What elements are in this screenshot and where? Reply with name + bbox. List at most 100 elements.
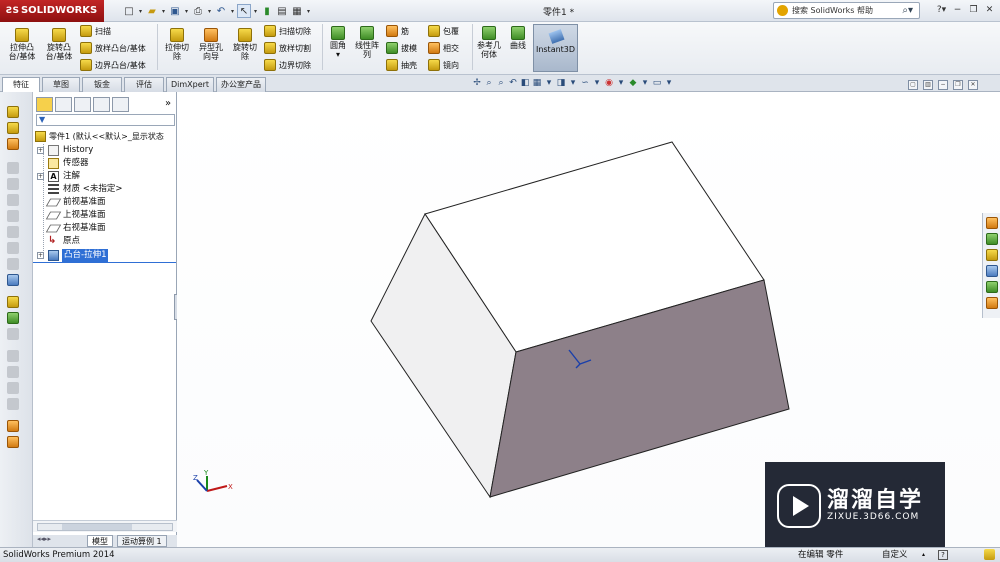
rollback-bar[interactable] [33, 262, 176, 263]
viewport-split-icon[interactable]: ▥ [923, 80, 933, 90]
boundary-boss-button[interactable]: 边界凸台/基体 [80, 59, 146, 71]
options-icon[interactable]: ▦ [290, 4, 304, 18]
curves-button[interactable]: 曲线 [506, 26, 530, 50]
restore-icon[interactable]: ❐ [967, 3, 980, 16]
undo-dropdown-icon[interactable]: ▾ [229, 8, 236, 15]
instant3d-button[interactable]: Instant3D [533, 24, 578, 72]
reference-geometry-button[interactable]: 参考几 何体 [475, 26, 503, 59]
curve-shortcut-icon[interactable] [7, 210, 19, 222]
extrude-boss-button[interactable]: 拉伸凸 台/基体 [4, 28, 40, 61]
save-dropdown-icon[interactable]: ▾ [183, 8, 190, 15]
undo-icon[interactable]: ↶ [214, 4, 228, 18]
scene-icon[interactable]: ◆ [628, 78, 638, 88]
zoom-to-fit-icon[interactable]: ⌕ [484, 78, 494, 88]
solidworks-resources-icon[interactable] [986, 217, 998, 229]
tab-sheet-metal[interactable]: 钣金 [82, 77, 122, 92]
tab-office-products[interactable]: 办公室产品 [216, 77, 266, 92]
measure-shortcut-icon[interactable] [7, 382, 19, 394]
fillet-dropdown-icon[interactable]: ▾ [336, 50, 340, 59]
swept-cut-button[interactable]: 扫描切除 [264, 25, 311, 37]
notification-icon[interactable] [984, 549, 995, 560]
solidworks-logo[interactable]: ƧS SOLIDWORKS [0, 0, 104, 22]
search-icon[interactable]: ⌕▾ [902, 3, 913, 18]
scroll-thumb[interactable] [62, 524, 132, 530]
status-help-icon[interactable]: ? [938, 550, 948, 560]
fillet-button[interactable]: 圆角 ▾ [326, 26, 350, 59]
dropdown-icon[interactable]: ▾ [664, 78, 674, 88]
status-units[interactable]: 自定义 [882, 548, 908, 562]
property-manager-tab-icon[interactable] [55, 97, 72, 112]
shell-button[interactable]: 抽壳 [386, 59, 417, 71]
display-manager-tab-icon[interactable] [112, 97, 129, 112]
shell-shortcut-icon[interactable] [7, 296, 19, 308]
new-document-icon[interactable]: □ [122, 4, 136, 18]
file-explorer-icon[interactable] [986, 249, 998, 261]
tab-dimxpert[interactable]: DimXpert [166, 77, 214, 92]
hole-wizard-button[interactable]: 异型孔 向导 [196, 28, 226, 61]
sweep-button[interactable]: 扫描 [80, 25, 111, 37]
viewport-close-icon[interactable]: ✕ [968, 80, 978, 90]
dropdown-icon[interactable]: ▾ [616, 78, 626, 88]
tab-features[interactable]: 特征 [2, 77, 40, 93]
loft-shortcut-icon[interactable] [7, 162, 19, 174]
plane-shortcut-icon[interactable] [7, 242, 19, 254]
extrude-shortcut-icon[interactable] [7, 106, 19, 118]
file-properties-icon[interactable]: ▤ [275, 4, 289, 18]
linear-pattern-button[interactable]: 线性阵 列 [352, 26, 382, 59]
relation-shortcut-icon[interactable] [7, 366, 19, 378]
view-orientation-icon[interactable]: ✢ [472, 78, 482, 88]
hide-show-icon[interactable]: ∽ [580, 78, 590, 88]
dropdown-icon[interactable]: ▾ [544, 78, 554, 88]
dropdown-icon[interactable]: ▾ [640, 78, 650, 88]
mirror-shortcut-icon[interactable] [7, 328, 19, 340]
dropdown-icon[interactable]: ▾ [568, 78, 578, 88]
expand-icon[interactable]: + [37, 252, 44, 259]
tab-motion-study[interactable]: 运动算例 1 [117, 535, 167, 547]
help-icon[interactable]: ?▾ [935, 3, 948, 16]
configuration-manager-tab-icon[interactable] [74, 97, 91, 112]
dimxpert-manager-tab-icon[interactable] [93, 97, 110, 112]
view-palette-icon[interactable] [986, 265, 998, 277]
options-dropdown-icon[interactable]: ▾ [305, 8, 312, 15]
new-dropdown-icon[interactable]: ▾ [137, 8, 144, 15]
draft-button[interactable]: 拔模 [386, 42, 417, 54]
design-library-icon[interactable] [986, 233, 998, 245]
open-folder-icon[interactable]: ▰ [145, 4, 159, 18]
appearance-icon[interactable]: ◉ [604, 78, 614, 88]
close-icon[interactable]: ✕ [983, 3, 996, 16]
rebuild-icon[interactable]: ▮ [260, 4, 274, 18]
tab-model[interactable]: 模型 [87, 535, 113, 547]
cut-shortcut-icon[interactable] [7, 178, 19, 190]
expand-icon[interactable]: + [37, 173, 44, 180]
tab-evaluate[interactable]: 评估 [124, 77, 164, 92]
dimension-shortcut-icon[interactable] [7, 350, 19, 362]
display-manager-icon[interactable]: ▭ [652, 78, 662, 88]
tab-sketch[interactable]: 草图 [42, 77, 80, 92]
lofted-cut-button[interactable]: 放样切割 [264, 42, 311, 54]
tree-horizontal-scrollbar[interactable] [33, 520, 177, 532]
viewport-tile-icon[interactable]: ▢ [908, 80, 918, 90]
axis-shortcut-icon[interactable] [7, 258, 19, 270]
dropdown-icon[interactable]: ▾ [592, 78, 602, 88]
expand-panel-icon[interactable]: » [165, 98, 171, 109]
print-dropdown-icon[interactable]: ▾ [206, 8, 213, 15]
revolve-cut-button[interactable]: 旋转切 除 [230, 28, 260, 61]
smart-shortcut-icon[interactable] [7, 420, 19, 432]
feature-manager-tab-icon[interactable] [36, 97, 53, 112]
sweep-shortcut-icon[interactable] [7, 138, 19, 150]
intersect-button[interactable]: 相交 [428, 42, 459, 54]
pattern-shortcut-icon[interactable] [7, 312, 19, 324]
loft-boss-button[interactable]: 放样凸台/基体 [80, 42, 146, 54]
units-dropdown-icon[interactable]: ▴ [922, 548, 925, 562]
save-icon[interactable]: ▣ [168, 4, 182, 18]
reference-shortcut-icon[interactable] [7, 274, 19, 286]
tab-nav-arrows-icon[interactable]: ◂◂▸▸ [37, 535, 51, 543]
revolve-shortcut-icon[interactable] [7, 122, 19, 134]
display-style-icon[interactable]: ◨ [556, 78, 566, 88]
extrude-cut-button[interactable]: 拉伸切 除 [162, 28, 192, 61]
revolve-boss-button[interactable]: 旋转凸 台/基体 [42, 28, 76, 61]
print-icon[interactable]: ⎙ [191, 4, 205, 18]
zoom-area-icon[interactable]: ⌕ [496, 78, 506, 88]
help-search-input[interactable]: 搜索 SolidWorks 帮助 ⌕▾ [773, 2, 920, 19]
boundary-cut-button[interactable]: 边界切除 [264, 59, 311, 71]
